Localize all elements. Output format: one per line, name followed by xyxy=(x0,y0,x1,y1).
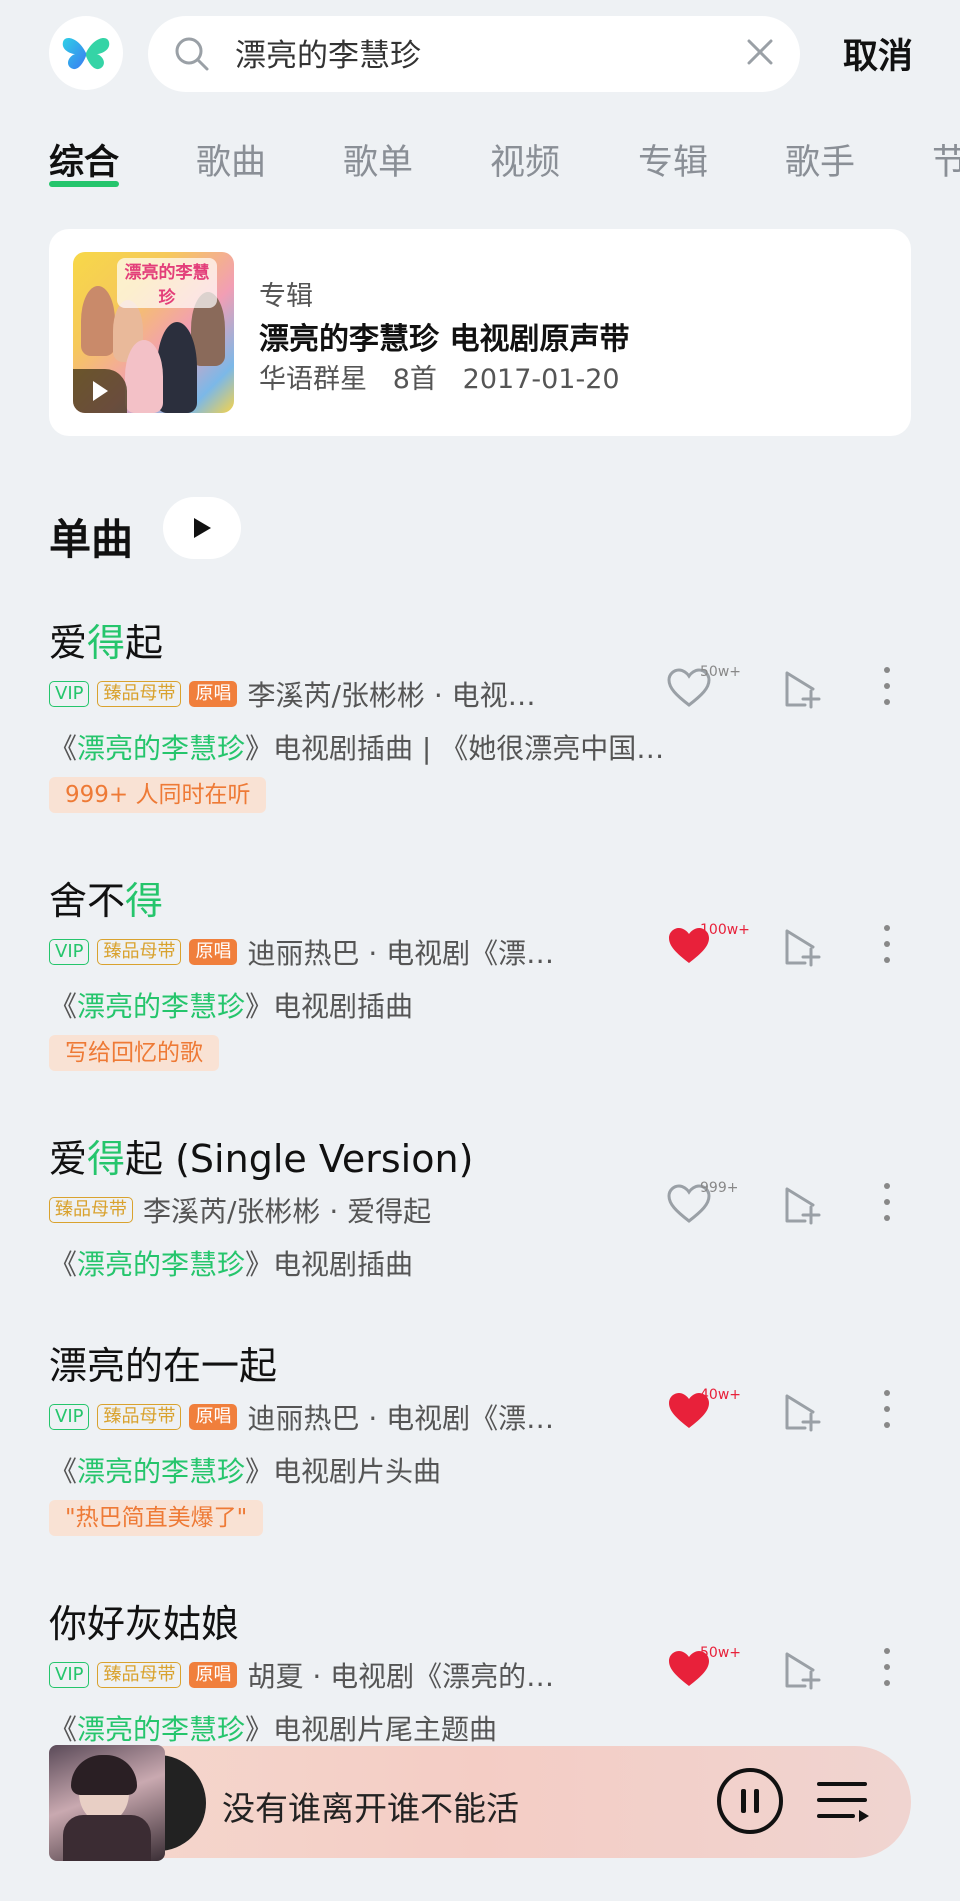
more-options-icon[interactable] xyxy=(883,1390,891,1438)
album-type-label: 专辑 xyxy=(259,281,313,312)
cancel-button[interactable]: 取消 xyxy=(843,28,913,79)
like-count: 999+ xyxy=(700,1180,739,1196)
song-row[interactable]: 你好灰姑娘 VIP 臻品母带 原唱 胡夏 · 电视剧《漂亮的… 《漂亮的李慧珍》… xyxy=(0,1593,960,1746)
song-artist[interactable]: 迪丽热巴 · 电视剧《漂… xyxy=(247,932,554,972)
more-options-icon[interactable] xyxy=(883,1648,891,1696)
original-singer-tag: 原唱 xyxy=(189,1404,238,1430)
song-row[interactable]: 漂亮的在一起 VIP 臻品母带 原唱 迪丽热巴 · 电视剧《漂… 《漂亮的李慧珍… xyxy=(0,1335,960,1536)
like-count: 50w+ xyxy=(700,664,741,680)
song-description: 《漂亮的李慧珍》电视剧片头曲 xyxy=(49,1455,442,1488)
song-artist[interactable]: 迪丽热巴 · 电视剧《漂… xyxy=(247,1397,554,1437)
song-row[interactable]: 爱得起 (Single Version) 臻品母带 李溪芮/张彬彬 · 爱得起 … xyxy=(0,1128,960,1288)
playlist-queue-icon[interactable] xyxy=(817,1778,871,1826)
pause-button[interactable] xyxy=(717,1768,783,1834)
add-to-playlist-icon[interactable] xyxy=(783,927,823,967)
song-description: 《漂亮的李慧珍》电视剧片尾主题曲 xyxy=(49,1713,498,1746)
butterfly-logo-icon xyxy=(62,37,110,70)
more-options-icon[interactable] xyxy=(883,925,891,973)
tab-playlists[interactable]: 歌单 xyxy=(343,134,413,185)
master-quality-tag: 臻品母带 xyxy=(97,681,182,707)
add-to-playlist-icon[interactable] xyxy=(783,1650,823,1690)
playlist-badge[interactable]: 写给回忆的歌 xyxy=(49,1035,219,1071)
vip-tag: VIP xyxy=(49,681,90,707)
song-title: 漂亮的在一起 xyxy=(49,1344,278,1388)
more-options-icon[interactable] xyxy=(883,667,891,715)
song-meta: VIP 臻品母带 原唱 迪丽热巴 · 电视剧《漂… xyxy=(49,1397,554,1437)
more-options-icon[interactable] xyxy=(883,1183,891,1231)
song-title: 舍不得 xyxy=(49,879,164,923)
album-cover[interactable]: 漂亮的李慧珍 xyxy=(73,252,234,413)
song-meta: 臻品母带 李溪芮/张彬彬 · 爱得起 xyxy=(49,1190,431,1230)
search-input[interactable]: 漂亮的李慧珍 xyxy=(235,30,421,75)
tab-programs[interactable]: 节 xyxy=(932,134,960,185)
song-description: 《漂亮的李慧珍》电视剧插曲 | 《她很漂亮中国… xyxy=(49,732,665,765)
add-to-playlist-icon[interactable] xyxy=(783,669,823,709)
vip-tag: VIP xyxy=(49,1662,90,1688)
album-cover-title: 漂亮的李慧珍 xyxy=(117,258,217,308)
like-count: 40w+ xyxy=(700,1387,741,1403)
song-artist[interactable]: 李溪芮/张彬彬 · 爱得起 xyxy=(143,1190,431,1230)
song-artist[interactable]: 李溪芮/张彬彬 · 电视… xyxy=(247,674,535,714)
like-count: 50w+ xyxy=(700,1645,741,1661)
master-quality-tag: 臻品母带 xyxy=(97,939,182,965)
tab-songs[interactable]: 歌曲 xyxy=(196,134,266,185)
vip-tag: VIP xyxy=(49,939,90,965)
pause-icon xyxy=(741,1789,759,1813)
now-playing-cover[interactable] xyxy=(49,1745,165,1861)
tab-all[interactable]: 综合 xyxy=(49,134,119,185)
add-to-playlist-icon[interactable] xyxy=(783,1392,823,1432)
add-to-playlist-icon[interactable] xyxy=(783,1185,823,1225)
clear-icon[interactable] xyxy=(746,38,774,66)
master-quality-tag: 臻品母带 xyxy=(49,1197,133,1223)
tab-videos[interactable]: 视频 xyxy=(490,134,560,185)
song-title: 爱得起 xyxy=(49,621,164,665)
song-row[interactable]: 爱得起 VIP 臻品母带 原唱 李溪芮/张彬彬 · 电视… 《漂亮的李慧珍》电视… xyxy=(0,612,960,813)
song-description: 《漂亮的李慧珍》电视剧插曲 xyxy=(49,1248,414,1281)
album-title: 漂亮的李慧珍 电视剧原声带 xyxy=(259,322,630,357)
like-count: 100w+ xyxy=(700,922,750,938)
original-singer-tag: 原唱 xyxy=(189,939,238,965)
song-title: 你好灰姑娘 xyxy=(49,1602,240,1646)
play-icon xyxy=(194,518,211,538)
search-icon xyxy=(175,37,209,71)
song-description: 《漂亮的李慧珍》电视剧插曲 xyxy=(49,990,414,1023)
song-artist[interactable]: 胡夏 · 电视剧《漂亮的… xyxy=(247,1655,554,1695)
song-meta: VIP 臻品母带 原唱 李溪芮/张彬彬 · 电视… xyxy=(49,674,536,714)
song-meta: VIP 臻品母带 原唱 迪丽热巴 · 电视剧《漂… xyxy=(49,932,554,972)
app-logo[interactable] xyxy=(49,16,123,90)
song-title: 爱得起 (Single Version) xyxy=(49,1137,474,1181)
song-meta: VIP 臻品母带 原唱 胡夏 · 电视剧《漂亮的… xyxy=(49,1655,554,1695)
album-play-button[interactable] xyxy=(73,369,127,413)
tab-albums[interactable]: 专辑 xyxy=(638,134,708,185)
vip-tag: VIP xyxy=(49,1404,90,1430)
original-singer-tag: 原唱 xyxy=(189,1662,238,1688)
comment-badge[interactable]: "热巴简直美爆了" xyxy=(49,1500,264,1536)
singles-section-title: 单曲 xyxy=(49,515,134,564)
song-row[interactable]: 舍不得 VIP 臻品母带 原唱 迪丽热巴 · 电视剧《漂… 《漂亮的李慧珍》电视… xyxy=(0,870,960,1071)
master-quality-tag: 臻品母带 xyxy=(97,1662,182,1688)
play-all-button[interactable] xyxy=(163,497,241,559)
now-playing-title: 没有谁离开谁不能活 xyxy=(222,1789,519,1828)
listening-badge: 999+ 人同时在听 xyxy=(49,777,267,813)
play-icon xyxy=(93,381,108,401)
original-singer-tag: 原唱 xyxy=(189,681,238,707)
master-quality-tag: 臻品母带 xyxy=(97,1404,182,1430)
album-meta: 华语群星 8首 2017-01-20 xyxy=(259,364,620,395)
active-tab-indicator xyxy=(49,181,119,187)
tab-artists[interactable]: 歌手 xyxy=(785,134,855,185)
